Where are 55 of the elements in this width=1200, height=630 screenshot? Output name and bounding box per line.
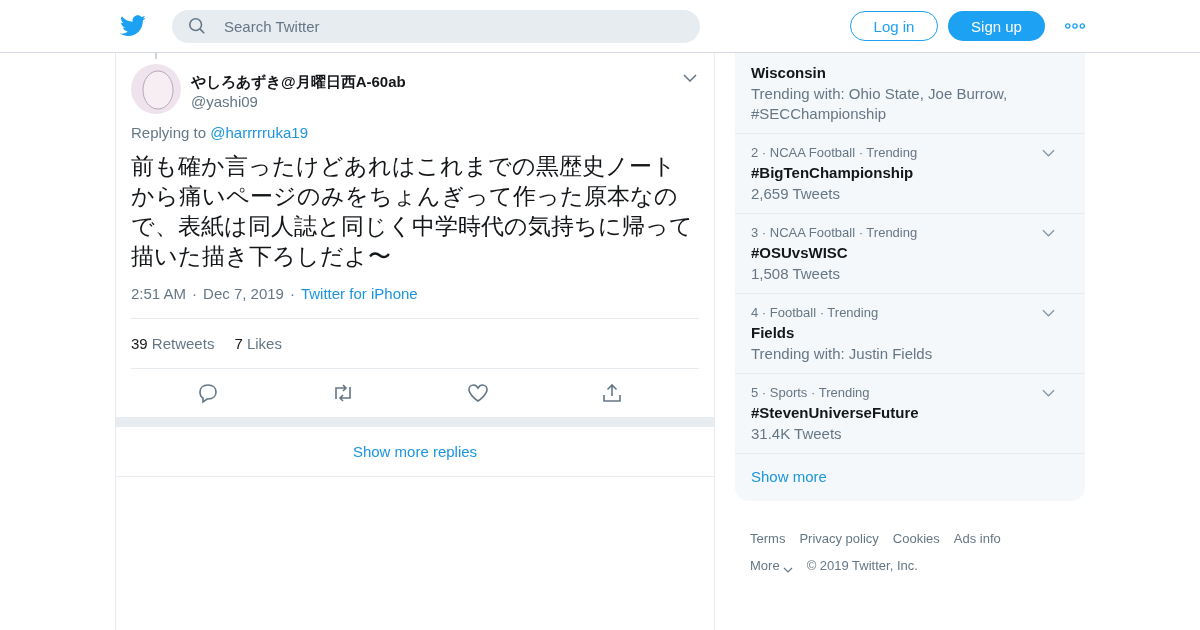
trend-meta: 2 · NCAA Football · Trending [751, 144, 918, 162]
trend-detail: 2,659 Tweets [751, 184, 841, 204]
caret-icon[interactable] [1042, 149, 1055, 157]
separator-dot: · [192, 285, 198, 302]
trend-item[interactable]: 3 · NCAA Football · Trending #OSUvsWISC 1,508 Tweets [735, 214, 1085, 294]
signup-button[interactable]: Sign up [948, 11, 1045, 41]
more-menu-link[interactable]: More [750, 558, 793, 573]
trend-detail: Trending with: Justin Fields [751, 344, 934, 364]
separator-dot: · [289, 285, 295, 302]
user-name[interactable]: やしろあずき@月曜日西A-60ab [191, 73, 673, 92]
trend-name: #StevenUniverseFuture [751, 403, 920, 423]
trend-meta: 5 · Sports · Trending [751, 384, 870, 402]
replying-label: Replying to [131, 124, 207, 141]
trend-name: #OSUvsWISC [751, 243, 849, 263]
search-bar[interactable]: Search Twitter [172, 9, 700, 43]
search-field[interactable]: Search Twitter [222, 16, 700, 36]
trend-name: Fields [751, 323, 796, 343]
caret-icon[interactable] [1042, 309, 1055, 317]
caret-icon[interactable] [1042, 389, 1055, 397]
caret-icon[interactable] [1042, 229, 1055, 237]
footer-link[interactable]: Privacy policy [799, 531, 879, 546]
login-button[interactable]: Log in [850, 11, 938, 41]
trend-item[interactable]: 4 · Football · Trending Fields Trending with: Justin Fields [735, 294, 1085, 374]
reply-icon[interactable] [197, 382, 219, 404]
trend-item[interactable]: 5 · Sports · Trending #StevenUniverseFuture 31.4K Tweets [735, 374, 1085, 454]
trend-name: #BigTenChampionship [751, 163, 915, 183]
stat-count[interactable]: 7 Likes [234, 335, 282, 352]
caret-icon[interactable] [683, 74, 697, 82]
source-link[interactable]: Twitter for iPhone [300, 285, 418, 302]
tweet-date[interactable]: Dec 7, 2019 [203, 285, 284, 302]
trend-name: Wisconsin [751, 63, 827, 83]
user-handle[interactable]: @yashi09 [191, 93, 673, 110]
tweet-time[interactable]: 2:51 AM [131, 285, 187, 302]
stat-count[interactable]: 39 Retweets [131, 335, 215, 352]
search-icon [188, 17, 206, 35]
trend-item[interactable]: Wisconsin Trending with: Ohio State, Joe Burrow, #SECChampionship [735, 53, 1085, 134]
more-icon[interactable] [1065, 23, 1085, 29]
trend-item[interactable]: 2 · NCAA Football · Trending #BigTenChampionship 2,659 Tweets [735, 134, 1085, 214]
share-icon[interactable] [601, 382, 623, 404]
trend-detail: Trending with: Ohio State, Joe Burrow, #SECChampionship [751, 84, 1009, 124]
tweet-text: 前も確か言ったけどあれはこれまでの黒歴史ノートから痛いページのみをちょんぎって作った原本なので、表紙は同人誌と同じく中学時代の気持ちに帰って描いた描き下ろしだよ〜 [131, 152, 694, 271]
copyright-text: © 2019 Twitter, Inc. [806, 558, 918, 573]
caret-icon [782, 567, 793, 573]
show-more-link[interactable]: Show more [735, 454, 1085, 501]
heart-icon[interactable] [467, 382, 489, 404]
footer-link[interactable]: Cookies [892, 531, 940, 546]
trend-meta: 3 · NCAA Football · Trending [751, 224, 918, 242]
mention-link[interactable]: @harrrrruka19 [210, 124, 308, 141]
avatar[interactable] [131, 64, 181, 114]
bird-logo-icon[interactable] [120, 15, 146, 37]
trend-detail: 1,508 Tweets [751, 264, 841, 284]
trend-detail: 31.4K Tweets [751, 424, 843, 444]
footer-link[interactable]: Terms [750, 531, 786, 546]
footer-link[interactable]: Ads info [953, 531, 1001, 546]
trend-meta: 4 · Football · Trending [751, 304, 879, 322]
